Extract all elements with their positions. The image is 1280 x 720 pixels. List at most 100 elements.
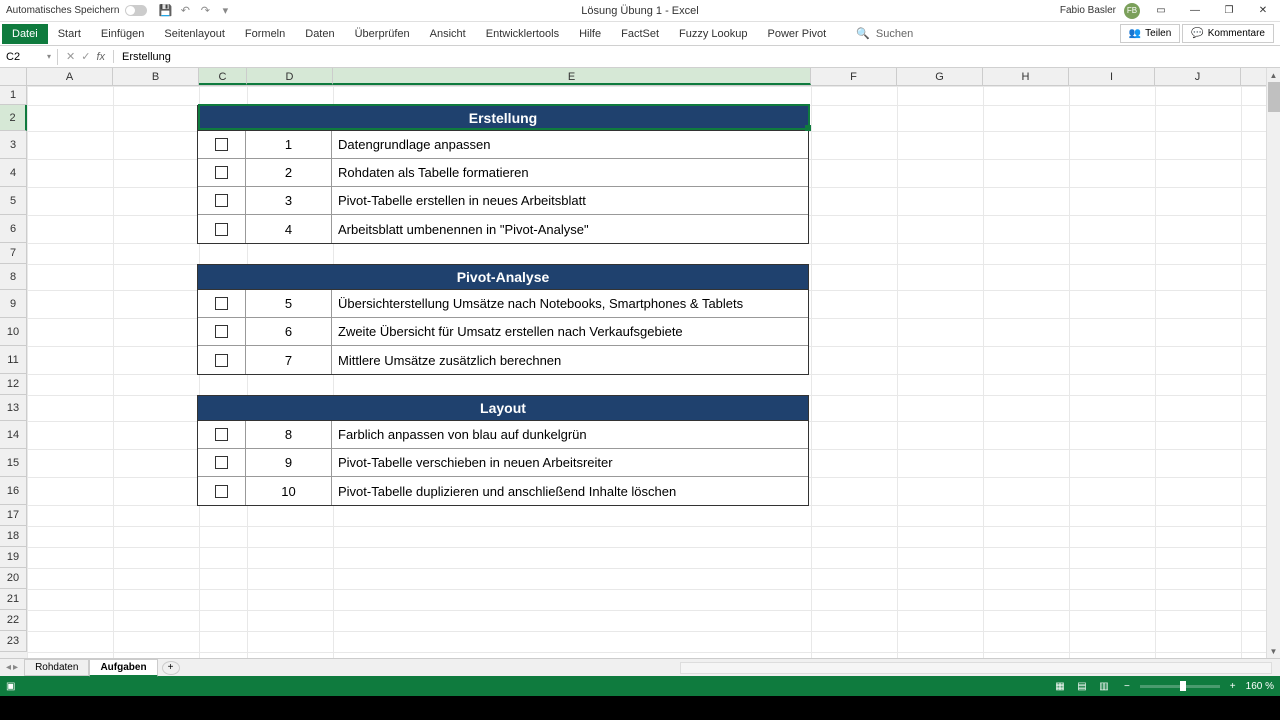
row-header-8[interactable]: 8 [0,264,27,290]
vertical-scrollbar[interactable]: ▲ ▼ [1266,68,1280,658]
col-header-E[interactable]: E [333,68,811,85]
scroll-up-icon[interactable]: ▲ [1267,68,1280,82]
col-header-D[interactable]: D [247,68,333,85]
save-icon[interactable]: 💾 [159,5,171,17]
redo-icon[interactable]: ↷ [199,5,211,17]
row-header-3[interactable]: 3 [0,131,27,159]
row-header-9[interactable]: 9 [0,290,27,318]
sheet-nav-next-icon[interactable]: ▸ [13,662,18,673]
row-header-12[interactable]: 12 [0,374,27,395]
checkbox[interactable] [215,354,228,367]
checkbox-cell [198,131,246,158]
record-macro-icon[interactable]: ▣ [6,681,15,692]
row-header-13[interactable]: 13 [0,395,27,421]
tab-datei[interactable]: Datei [2,24,48,44]
normal-view-icon[interactable]: ▦ [1050,679,1070,693]
enter-icon[interactable]: ✓ [81,50,90,63]
checkbox[interactable] [215,223,228,236]
tab-hilfe[interactable]: Hilfe [569,24,611,44]
checkbox[interactable] [215,166,228,179]
checkbox[interactable] [215,297,228,310]
name-box[interactable]: C2 ▾ [0,49,58,65]
checkbox[interactable] [215,138,228,151]
row-header-17[interactable]: 17 [0,505,27,526]
checkbox[interactable] [215,485,228,498]
row-header-7[interactable]: 7 [0,243,27,264]
zoom-in-icon[interactable]: + [1230,681,1236,692]
table-header: Erstellung [198,106,808,131]
undo-icon[interactable]: ↶ [179,5,191,17]
cancel-icon[interactable]: ✕ [66,50,75,63]
share-button[interactable]: 👥Teilen [1120,24,1181,43]
worksheet-grid[interactable]: ABCDEFGHIJ 12345678910111213141516171819… [0,68,1280,658]
comments-button[interactable]: 💬Kommentare [1182,24,1274,43]
row-header-15[interactable]: 15 [0,449,27,477]
sheet-nav-prev-icon[interactable]: ◂ [6,662,11,673]
col-header-F[interactable]: F [811,68,897,85]
row-header-11[interactable]: 11 [0,346,27,374]
checkbox[interactable] [215,194,228,207]
user-avatar[interactable]: FB [1124,3,1140,19]
qat-dropdown-icon[interactable]: ▾ [219,5,231,17]
row-header-1[interactable]: 1 [0,86,27,105]
tab-start[interactable]: Start [48,24,91,44]
row-header-19[interactable]: 19 [0,547,27,568]
sheet-tab-rohdaten[interactable]: Rohdaten [24,659,89,676]
task-number: 9 [246,449,332,476]
row-header-22[interactable]: 22 [0,610,27,631]
col-header-H[interactable]: H [983,68,1069,85]
horizontal-scrollbar[interactable] [680,662,1272,674]
page-break-view-icon[interactable]: ▥ [1094,679,1114,693]
checkbox[interactable] [215,456,228,469]
row-header-16[interactable]: 16 [0,477,27,505]
tab-factset[interactable]: FactSet [611,24,669,44]
row-header-14[interactable]: 14 [0,421,27,449]
row-header-21[interactable]: 21 [0,589,27,610]
tab-ansicht[interactable]: Ansicht [420,24,476,44]
tab-entwicklertools[interactable]: Entwicklertools [476,24,569,44]
toggle-switch[interactable] [125,5,147,16]
col-header-J[interactable]: J [1155,68,1241,85]
tab-ueberpruefen[interactable]: Überprüfen [345,24,420,44]
zoom-slider[interactable] [1140,685,1220,688]
page-layout-view-icon[interactable]: ▤ [1072,679,1092,693]
col-header-G[interactable]: G [897,68,983,85]
checkbox[interactable] [215,325,228,338]
scroll-down-icon[interactable]: ▼ [1267,644,1280,658]
scroll-thumb[interactable] [1268,82,1280,112]
tab-formeln[interactable]: Formeln [235,24,295,44]
search-box[interactable]: 🔍 Suchen [856,27,913,40]
row-header-6[interactable]: 6 [0,215,27,243]
col-header-C[interactable]: C [199,68,247,85]
formula-input[interactable]: Erstellung [114,49,1280,65]
tab-einfuegen[interactable]: Einfügen [91,24,154,44]
name-box-dropdown-icon[interactable]: ▾ [47,52,51,61]
checkbox[interactable] [215,428,228,441]
cells-area[interactable]: Erstellung1Datengrundlage anpassen2Rohda… [27,86,1280,658]
sheet-tab-aufgaben[interactable]: Aufgaben [89,659,157,677]
row-header-20[interactable]: 20 [0,568,27,589]
close-button[interactable]: ✕ [1250,1,1276,21]
row-header-23[interactable]: 23 [0,631,27,652]
tab-fuzzylookup[interactable]: Fuzzy Lookup [669,24,757,44]
row-header-5[interactable]: 5 [0,187,27,215]
fx-icon[interactable]: fx [96,51,105,63]
autosave-toggle[interactable]: Automatisches Speichern [0,5,147,16]
select-all-corner[interactable] [0,68,27,85]
minimize-button[interactable]: — [1182,1,1208,21]
row-header-4[interactable]: 4 [0,159,27,187]
zoom-out-icon[interactable]: − [1124,681,1130,692]
row-header-2[interactable]: 2 [0,105,27,131]
maximize-button[interactable]: ❐ [1216,1,1242,21]
tab-powerpivot[interactable]: Power Pivot [758,24,837,44]
row-header-10[interactable]: 10 [0,318,27,346]
col-header-B[interactable]: B [113,68,199,85]
tab-daten[interactable]: Daten [295,24,344,44]
ribbon-display-icon[interactable]: ▭ [1148,1,1174,21]
zoom-level[interactable]: 160 % [1246,681,1274,692]
row-header-18[interactable]: 18 [0,526,27,547]
add-sheet-button[interactable]: + [162,661,180,675]
col-header-A[interactable]: A [27,68,113,85]
tab-seitenlayout[interactable]: Seitenlayout [154,24,235,44]
col-header-I[interactable]: I [1069,68,1155,85]
